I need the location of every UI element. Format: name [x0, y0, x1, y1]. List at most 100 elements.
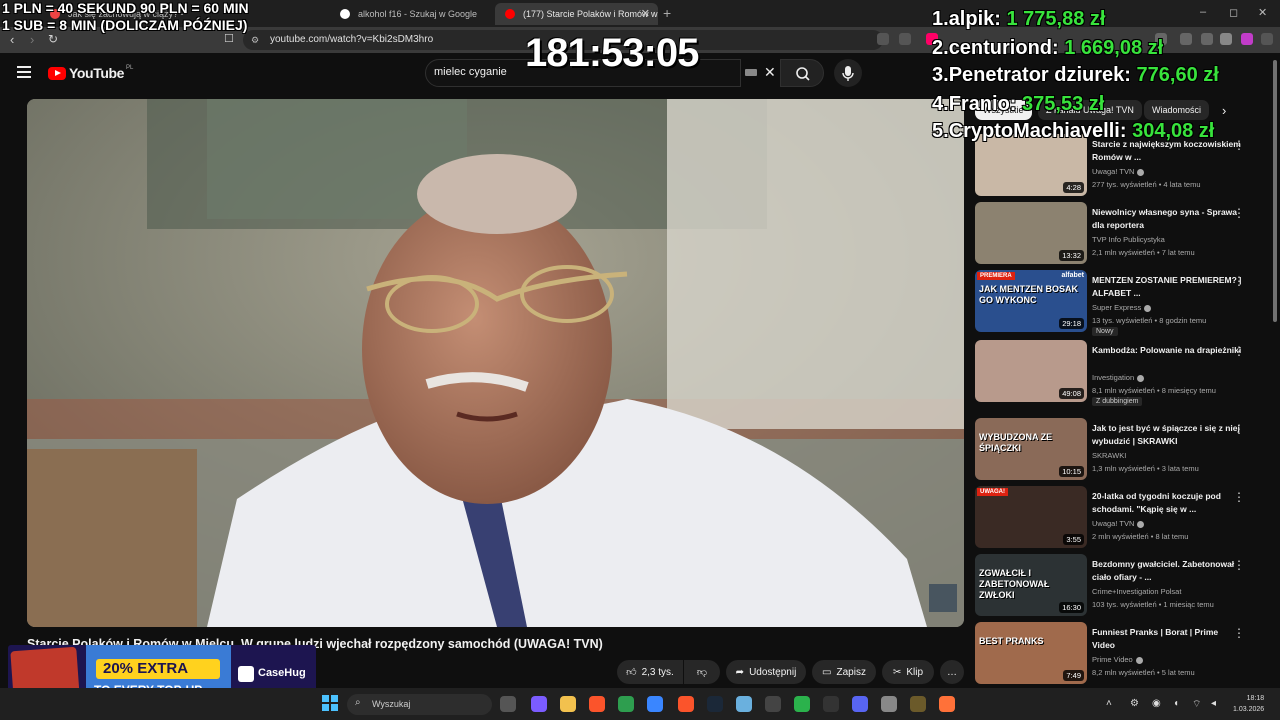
channel-name[interactable]: Uwaga! TVN	[1092, 167, 1145, 176]
site-info-icon[interactable]: ⚙	[251, 35, 259, 46]
video-thumbnail[interactable]: JAK MENTZEN BOSAK GO WYKONC PREMIERA alfab…	[975, 270, 1087, 332]
channel-name[interactable]: TVP Info Publicystyka	[1092, 235, 1165, 244]
shield-icon[interactable]	[1220, 33, 1232, 45]
url-text[interactable]: youtube.com/watch?v=Kbi2sDM3hro	[270, 34, 433, 45]
bookmark-icon[interactable]: ☐	[224, 32, 234, 45]
microphone-tray-icon[interactable]: ◖	[1173, 698, 1179, 709]
channel-name[interactable]: Investigation	[1092, 373, 1145, 382]
settings-icon[interactable]	[881, 696, 897, 712]
task-view-icon[interactable]	[500, 696, 516, 712]
windows-search-placeholder[interactable]: Wyszukaj	[372, 699, 410, 709]
save-button[interactable]: ▭ Zapisz	[812, 660, 876, 684]
menu-icon[interactable]	[1261, 33, 1273, 45]
app-icon[interactable]	[910, 696, 926, 712]
related-video-item[interactable]: JAK MENTZEN BOSAK GO WYKONC PREMIERA alfab…	[975, 270, 1260, 336]
video-thumbnail[interactable]: ZGWAŁCIŁ I ZABETONOWAŁ ZWŁOKI 16:30	[975, 554, 1087, 616]
more-options-icon[interactable]: ⋮	[1233, 626, 1245, 640]
keyboard-icon[interactable]	[745, 69, 757, 76]
related-video-title[interactable]: Funniest Pranks | Borat | Prime Video	[1092, 626, 1242, 652]
clear-search-icon[interactable]: ✕	[764, 64, 776, 81]
copilot-icon[interactable]	[531, 696, 547, 712]
channel-name[interactable]: SKRAWKI	[1092, 451, 1126, 460]
more-options-icon[interactable]: ⋮	[1233, 422, 1245, 436]
more-options-icon[interactable]: ⋮	[1233, 558, 1245, 572]
video-player[interactable]	[27, 99, 964, 627]
search-query[interactable]: mielec cyganie	[434, 66, 507, 78]
windows-start-icon[interactable]	[322, 695, 338, 711]
close-window-button[interactable]: ✕	[1258, 6, 1267, 19]
video-thumbnail[interactable]: UWAGA! 3:55	[975, 486, 1087, 548]
video-thumbnail[interactable]: WYBUDZONA ZE ŚPIĄCZKI 10:15	[975, 418, 1087, 480]
network-icon[interactable]: ◉	[1152, 698, 1161, 709]
windows-search-box[interactable]	[347, 694, 492, 715]
video-thumbnail[interactable]: 4:28	[975, 134, 1087, 196]
restore-button[interactable]: ◻	[1229, 6, 1238, 19]
extension-icon[interactable]	[1241, 33, 1253, 45]
related-video-title[interactable]: Niewolnicy własnego syna - Sprawa dla re…	[1092, 206, 1242, 232]
channel-name[interactable]: Super Express	[1092, 303, 1152, 312]
related-video-item[interactable]: ZGWAŁCIŁ I ZABETONOWAŁ ZWŁOKI 16:30 Bezd…	[975, 554, 1260, 620]
related-video-title[interactable]: Jak to jest być w śpiączce i się z niej …	[1092, 422, 1242, 448]
related-video-item[interactable]: UWAGA! 3:55 20-latka od tygodni koczuje …	[975, 486, 1260, 552]
volume-icon[interactable]: ◂	[1211, 698, 1216, 709]
steam-icon[interactable]	[707, 696, 723, 712]
brave-browser-icon[interactable]	[678, 696, 694, 712]
close-tab-icon[interactable]: ✕	[641, 7, 650, 20]
notepad-icon[interactable]	[736, 696, 752, 712]
tray-app-icon[interactable]: ⚙	[1130, 698, 1139, 709]
chrome-icon[interactable]	[618, 696, 634, 712]
tab-2[interactable]: alkohol f16 - Szukaj w Google	[330, 3, 490, 25]
like-button[interactable]: 👍︎ 2,3 tys.	[617, 660, 683, 684]
share-icon[interactable]	[899, 33, 911, 45]
related-video-item[interactable]: BEST PRANKS 7:49 Funniest Pranks | Borat…	[975, 622, 1260, 688]
hamburger-menu-icon[interactable]	[17, 66, 31, 81]
share-button[interactable]: ➦ Udostępnij	[726, 660, 806, 684]
forward-icon[interactable]: ›	[30, 32, 34, 47]
more-actions-button[interactable]: …	[940, 660, 964, 684]
chevron-up-icon[interactable]: ˄	[1106, 698, 1112, 709]
xbox-icon[interactable]	[794, 696, 810, 712]
file-explorer-icon[interactable]	[560, 696, 576, 712]
cast-icon[interactable]	[877, 33, 889, 45]
system-clock[interactable]: 18:18 1.03.2026	[1233, 693, 1264, 715]
related-video-title[interactable]: Bezdomny gwałciciel. Zabetonował ciało o…	[1092, 558, 1242, 584]
chip-news[interactable]: Wiadomości	[1144, 100, 1210, 120]
voice-search-button[interactable]	[834, 59, 862, 87]
scrollbar-thumb[interactable]	[1273, 60, 1277, 322]
video-thumbnail[interactable]: BEST PRANKS 7:49	[975, 622, 1087, 684]
more-options-icon[interactable]: ⋮	[1233, 490, 1245, 504]
clip-button[interactable]: ✂ Klip	[882, 660, 934, 684]
video-thumbnail[interactable]: 13:32	[975, 202, 1087, 264]
store-icon[interactable]	[647, 696, 663, 712]
extension-icon[interactable]	[1180, 33, 1192, 45]
dislike-button[interactable]: 👎︎	[684, 660, 720, 684]
tab-3-active[interactable]: (177) Starcie Polaków i Romów w ✕	[495, 3, 658, 25]
chevron-right-icon[interactable]: ›	[1222, 103, 1226, 118]
more-options-icon[interactable]: ⋮	[1233, 344, 1245, 358]
related-video-item[interactable]: 49:08 Kambodża: Polowanie na drapieżniki…	[975, 340, 1260, 406]
related-video-item[interactable]: WYBUDZONA ZE ŚPIĄCZKI 10:15 Jak to jest …	[975, 418, 1260, 484]
firefox-icon[interactable]	[939, 696, 955, 712]
extension-icon[interactable]	[1201, 33, 1213, 45]
minimize-button[interactable]: –	[1200, 6, 1206, 18]
back-icon[interactable]: ‹	[10, 32, 14, 47]
brave-icon[interactable]	[589, 696, 605, 712]
channel-name[interactable]: Crime+Investigation Polsat	[1092, 587, 1181, 596]
related-video-item[interactable]: 13:32 Niewolnicy własnego syna - Sprawa …	[975, 202, 1260, 268]
more-options-icon[interactable]: ⋮	[1233, 274, 1245, 288]
more-options-icon[interactable]: ⋮	[1233, 138, 1245, 152]
related-video-title[interactable]: Kambodża: Polowanie na drapieżniki	[1092, 344, 1242, 357]
channel-name[interactable]: Uwaga! TVN	[1092, 519, 1145, 528]
related-video-title[interactable]: MENTZEN ZOSTANIE PREMIEREM? | ALFABET ..…	[1092, 274, 1242, 300]
video-thumbnail[interactable]: 49:08	[975, 340, 1087, 402]
wifi-icon[interactable]: ⌔	[1192, 698, 1201, 711]
youtube-logo[interactable]: YouTube PL	[48, 65, 133, 81]
terminal-icon[interactable]	[765, 696, 781, 712]
obs-icon[interactable]	[823, 696, 839, 712]
new-tab-button[interactable]: +	[663, 5, 671, 21]
channel-name[interactable]: Prime Video	[1092, 655, 1143, 664]
related-video-item[interactable]: 4:28 Starcie z największym koczowiskiem …	[975, 134, 1260, 200]
search-button[interactable]	[780, 59, 824, 87]
reload-icon[interactable]: ↻	[48, 32, 58, 46]
more-options-icon[interactable]: ⋮	[1233, 206, 1245, 220]
